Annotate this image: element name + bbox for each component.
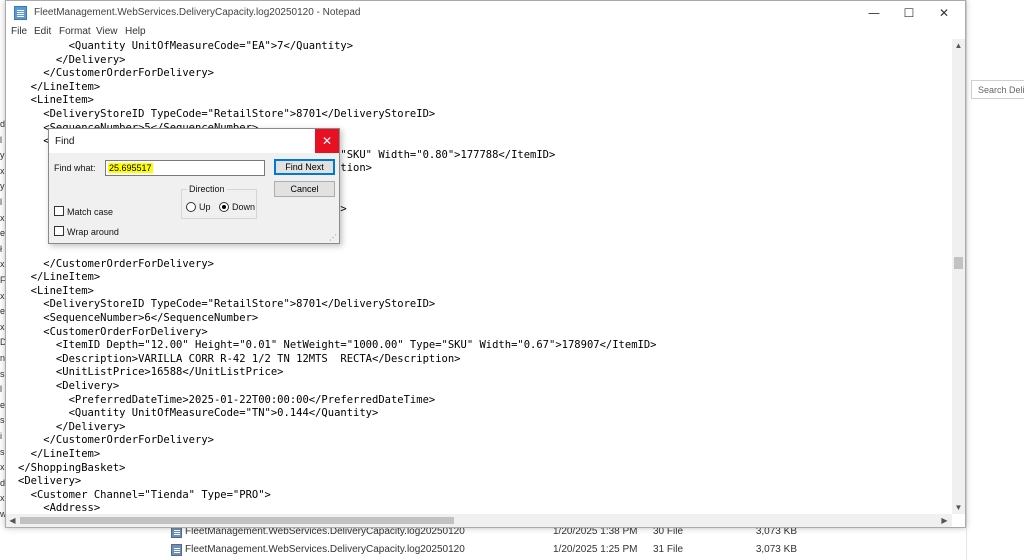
text-line: <Address> bbox=[18, 502, 101, 514]
menu-help[interactable]: Help bbox=[125, 26, 146, 37]
horizontal-scrollbar[interactable]: ◀ ▶ bbox=[6, 514, 952, 527]
explorer-edge-text: s bbox=[0, 415, 5, 426]
explorer-edge-text: x bbox=[0, 212, 5, 223]
text-line: <DeliveryStoreID TypeCode="RetailStore">… bbox=[18, 298, 436, 311]
find-input-value: 25.695517 bbox=[108, 163, 153, 173]
text-line: <Description>VARILLA CORR R-42 1/2 TN 12… bbox=[18, 352, 461, 365]
explorer-edge-text: y bbox=[0, 150, 5, 161]
explorer-edge-text: x bbox=[0, 165, 5, 176]
find-dialog: Find ✕ Find what: 25.695517 Find Next Ca… bbox=[48, 128, 340, 244]
text-line: <Quantity UnitOfMeasureCode="TN">0.144</… bbox=[18, 407, 379, 420]
cancel-button[interactable]: Cancel bbox=[274, 181, 335, 197]
wrap-around-checkbox[interactable] bbox=[54, 226, 64, 236]
text-line: <Delivery> bbox=[18, 380, 120, 392]
text-line: <Delivery> bbox=[18, 475, 82, 488]
horizontal-scroll-thumb[interactable] bbox=[20, 517, 454, 524]
text-line: </CustomerOrderForDelivery> bbox=[18, 434, 214, 447]
find-what-input[interactable]: 25.695517 bbox=[105, 160, 265, 176]
direction-down-label[interactable]: Down bbox=[232, 202, 255, 212]
menu-bar: File Edit Format View Help bbox=[6, 25, 965, 39]
direction-up-radio[interactable] bbox=[186, 202, 196, 212]
text-line: < bbox=[18, 135, 50, 148]
direction-label: Direction bbox=[187, 184, 227, 194]
direction-up-label[interactable]: Up bbox=[199, 202, 211, 212]
explorer-edge-text: s bbox=[0, 368, 5, 379]
text-line: <LineItem> bbox=[18, 94, 94, 107]
explorer-edge-text: x bbox=[0, 259, 5, 270]
text-line: </CustomerOrderForDelivery> bbox=[18, 67, 214, 80]
menu-view[interactable]: View bbox=[96, 26, 118, 37]
notepad-app-icon bbox=[14, 6, 27, 20]
file-date: 1/20/2025 1:25 PM bbox=[553, 544, 638, 555]
text-line: <PreferredDateTime>2025-01-22T00:00:00</… bbox=[18, 393, 436, 406]
maximize-button[interactable]: ☐ bbox=[892, 1, 926, 25]
menu-edit[interactable]: Edit bbox=[34, 26, 51, 37]
vertical-scroll-thumb[interactable] bbox=[954, 257, 963, 269]
match-case-label[interactable]: Match case bbox=[67, 207, 113, 217]
text-line: </Delivery> bbox=[18, 420, 126, 433]
close-button[interactable]: ✕ bbox=[927, 1, 961, 25]
find-what-label: Find what: bbox=[54, 163, 96, 173]
explorer-edge-text: x bbox=[0, 321, 5, 332]
window-title: FleetManagement.WebServices.DeliveryCapa… bbox=[34, 7, 361, 18]
file-size: 3,073 KB bbox=[755, 544, 797, 555]
text-line: <DeliveryStoreID TypeCode="RetailStore">… bbox=[18, 108, 436, 120]
explorer-edge-text: ł bbox=[0, 243, 2, 254]
scroll-down-arrow-icon[interactable]: ▼ bbox=[952, 501, 965, 514]
explorer-edge-text: x bbox=[0, 493, 5, 504]
direction-down-radio[interactable] bbox=[219, 202, 229, 212]
menu-file[interactable]: File bbox=[11, 26, 27, 37]
text-file-icon bbox=[171, 544, 182, 556]
text-line: </LineItem> bbox=[18, 448, 101, 460]
text-line: <UnitListPrice>16588</UnitListPrice> bbox=[18, 366, 284, 379]
menu-format[interactable]: Format bbox=[59, 26, 91, 37]
find-next-button[interactable]: Find Next bbox=[274, 159, 335, 175]
explorer-edge-text: y bbox=[0, 181, 5, 192]
resize-grip-icon: ⋰ bbox=[329, 233, 337, 242]
match-case-checkbox[interactable] bbox=[54, 206, 64, 216]
text-line: </LineItem> bbox=[18, 80, 101, 93]
notepad-titlebar[interactable]: FleetManagement.WebServices.DeliveryCapa… bbox=[6, 1, 965, 25]
vertical-scrollbar[interactable]: ▲ ▼ bbox=[952, 39, 965, 514]
find-dialog-title: Find bbox=[55, 136, 75, 147]
explorer-edge-text: l bbox=[0, 134, 2, 145]
file-type: 31 File bbox=[653, 544, 684, 555]
text-line: <SequenceNumber>6</SequenceNumber> bbox=[18, 312, 259, 324]
explorer-edge-text: s bbox=[0, 446, 5, 457]
text-line: </LineItem> bbox=[18, 271, 101, 284]
text-editor-area[interactable]: <Quantity UnitOfMeasureCode="EA">7</Quan… bbox=[6, 39, 952, 514]
scroll-left-arrow-icon[interactable]: ◀ bbox=[6, 514, 19, 527]
explorer-edge-text: l bbox=[0, 384, 2, 395]
file-name: FleetManagement.WebServices.DeliveryCapa… bbox=[185, 544, 465, 555]
text-line: </ShoppingBasket> bbox=[18, 461, 126, 474]
explorer-edge-text: i bbox=[0, 431, 2, 441]
find-close-button[interactable]: ✕ bbox=[315, 129, 339, 153]
scroll-right-arrow-icon[interactable]: ▶ bbox=[938, 514, 951, 527]
file-row[interactable]: FleetManagement.WebServices.DeliveryCapa… bbox=[155, 541, 966, 559]
scroll-up-arrow-icon[interactable]: ▲ bbox=[952, 39, 965, 52]
explorer-edge-text: x bbox=[0, 290, 5, 301]
explorer-edge-text: x bbox=[0, 462, 5, 473]
find-dialog-titlebar[interactable]: Find ✕ bbox=[49, 129, 339, 153]
text-line: <Quantity UnitOfMeasureCode="EA">7</Quan… bbox=[18, 40, 354, 52]
text-line: <ItemID Depth="12.00" Height="0.01" NetW… bbox=[18, 339, 657, 352]
text-line: <Customer Channel="Tienda" Type="PRO"> bbox=[18, 488, 271, 501]
text-line: </CustomerOrderForDelivery> bbox=[18, 257, 214, 270]
explorer-search-input[interactable]: Search Deli bbox=[971, 80, 1024, 99]
text-line: <CustomerOrderForDelivery> bbox=[18, 325, 208, 338]
text-line: </Delivery> bbox=[18, 53, 126, 66]
explorer-edge-text: l bbox=[0, 197, 2, 207]
notepad-window: FleetManagement.WebServices.DeliveryCapa… bbox=[5, 0, 966, 528]
minimize-button[interactable]: — bbox=[857, 1, 891, 25]
wrap-around-label[interactable]: Wrap around bbox=[67, 227, 119, 237]
text-line: <LineItem> bbox=[18, 284, 94, 297]
